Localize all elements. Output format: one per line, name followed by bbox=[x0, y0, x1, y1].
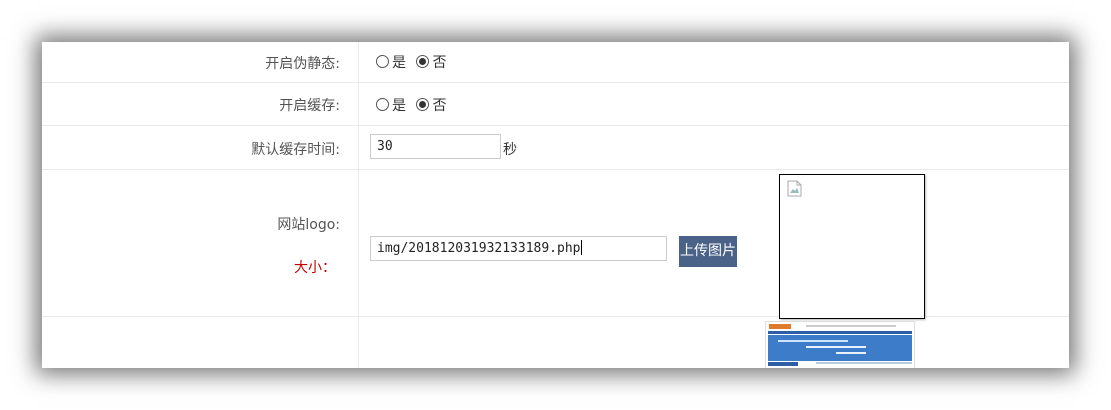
size-label: 大小： bbox=[294, 260, 336, 276]
cache-time-unit: 秒 bbox=[503, 142, 517, 158]
cache-no-radio[interactable] bbox=[416, 98, 430, 111]
text-caret bbox=[580, 240, 582, 255]
cache-yes-radio[interactable] bbox=[376, 98, 389, 111]
broken-image-icon bbox=[786, 180, 804, 202]
website-thumbnail-image bbox=[766, 322, 914, 368]
rewrite-yes-label[interactable]: 是 bbox=[392, 55, 406, 71]
rewrite-no-radio[interactable] bbox=[416, 55, 430, 68]
cache-time-row: 默认缓存时间: 30 秒 bbox=[42, 126, 1069, 170]
cache-time-input[interactable]: 30 bbox=[370, 134, 501, 159]
cache-options: 是 否 bbox=[376, 95, 452, 115]
rewrite-row: 开启伪静态: 是 否 bbox=[42, 42, 1069, 83]
rewrite-options: 是 否 bbox=[376, 52, 452, 72]
cache-no-label[interactable]: 否 bbox=[432, 98, 446, 114]
logo-thumbnail bbox=[765, 321, 915, 368]
label-column: 默认缓存时间: bbox=[42, 126, 359, 169]
logo-preview bbox=[779, 174, 925, 319]
rewrite-yes-radio[interactable] bbox=[376, 55, 389, 68]
cache-row: 开启缓存: 是 否 bbox=[42, 83, 1069, 126]
cache-time-label: 默认缓存时间: bbox=[251, 142, 340, 158]
rewrite-no-label[interactable]: 否 bbox=[432, 55, 446, 71]
rewrite-label: 开启伪静态: bbox=[265, 56, 340, 72]
upload-image-button[interactable]: 上传图片 bbox=[679, 236, 737, 267]
label-column: 网站logo: 大小： bbox=[42, 170, 359, 316]
cache-label: 开启缓存: bbox=[279, 98, 340, 114]
settings-panel: 开启伪静态: 是 否 开启缓存: 是 否 默认缓存时间: 30 秒 网站logo… bbox=[42, 42, 1069, 368]
cache-yes-label[interactable]: 是 bbox=[392, 98, 406, 114]
label-column: 开启缓存: bbox=[42, 83, 359, 125]
label-column: 开启伪静态: bbox=[42, 42, 359, 82]
logo-path-value: img/201812031932133189.php bbox=[377, 241, 581, 256]
label-column bbox=[42, 317, 359, 368]
logo-label: 网站logo: bbox=[277, 217, 340, 233]
logo-path-input[interactable]: img/201812031932133189.php bbox=[370, 236, 667, 261]
